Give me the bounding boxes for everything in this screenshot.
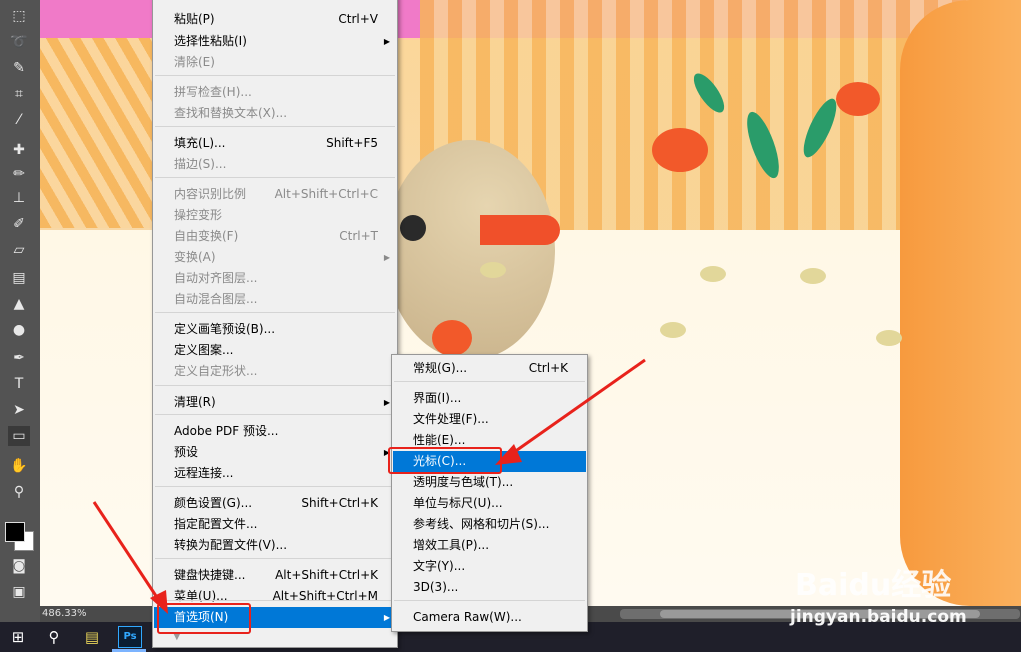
baidu-watermark-logo: Baidu经验	[795, 568, 952, 603]
annotation-arrow-line	[509, 358, 646, 457]
annotation-arrow-line	[92, 501, 162, 603]
annotation-arrows	[92, 358, 646, 614]
annotation-arrowhead	[495, 444, 522, 465]
baidu-watermark-url: jingyan.baidu.com	[790, 607, 967, 627]
